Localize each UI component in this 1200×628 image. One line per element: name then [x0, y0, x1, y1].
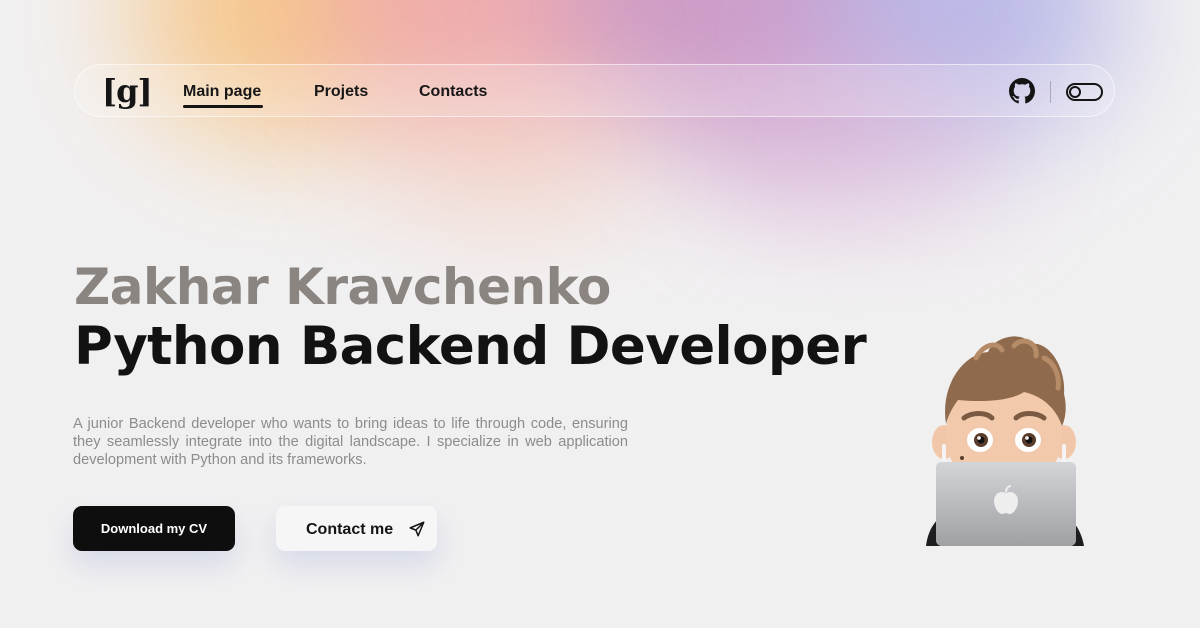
nav-link-projets[interactable]: Projets: [314, 83, 368, 101]
hero-name: Zakhar Kravchenko: [74, 258, 611, 316]
theme-toggle[interactable]: [1066, 83, 1103, 101]
hero-description: A junior Backend developer who wants to …: [73, 416, 628, 468]
hero-role: Python Backend Developer: [74, 316, 867, 377]
nav-divider: [1050, 81, 1051, 103]
send-icon: [409, 521, 425, 537]
memoji-avatar: [926, 336, 1084, 546]
nav-link-contacts[interactable]: Contacts: [419, 83, 487, 101]
nav-link-main-page[interactable]: Main page: [183, 83, 261, 101]
logo[interactable]: [g]: [102, 72, 153, 110]
active-link-underline: [183, 105, 263, 108]
contact-me-label: Contact me: [306, 521, 394, 538]
github-icon[interactable]: [1009, 78, 1035, 104]
toggle-knob: [1069, 86, 1081, 98]
download-cv-button[interactable]: Download my CV: [73, 506, 235, 551]
contact-me-button[interactable]: Contact me: [276, 506, 437, 551]
navbar: [g] Main page Projets Contacts: [74, 64, 1115, 117]
